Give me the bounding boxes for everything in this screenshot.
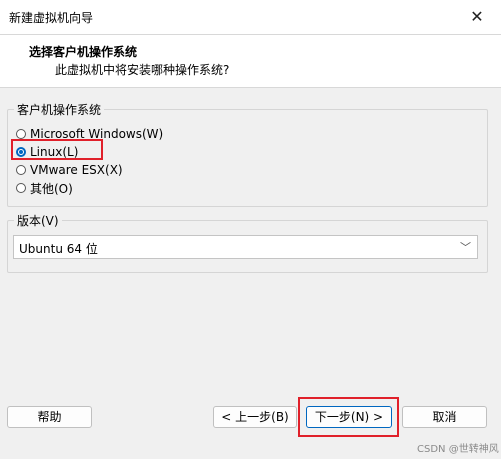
radio-other-indicator[interactable]: [16, 183, 26, 193]
radio-esx[interactable]: VMware ESX(X): [16, 161, 123, 179]
guest-os-legend: 客户机操作系统: [14, 101, 105, 118]
radio-esx-indicator[interactable]: [16, 165, 26, 175]
close-icon[interactable]: ✕: [466, 7, 488, 27]
version-select[interactable]: Ubuntu 64 位 ﹀: [13, 235, 478, 259]
window-title: 新建虚拟机向导: [9, 11, 94, 25]
linux-highlight-box: [11, 139, 103, 160]
version-legend: 版本(V): [14, 212, 62, 229]
radio-other[interactable]: 其他(O): [16, 179, 73, 197]
radio-windows-indicator[interactable]: [16, 129, 26, 139]
help-button[interactable]: 帮助: [7, 406, 92, 428]
watermark-text: CSDN @世转神风: [417, 444, 499, 455]
version-select-value: Ubuntu 64 位: [19, 242, 98, 256]
page-subtitle: 此虚拟机中将安装哪种操作系统?: [55, 63, 230, 77]
cancel-button[interactable]: 取消: [402, 406, 487, 428]
chevron-down-icon[interactable]: ﹀: [460, 239, 471, 255]
page-title: 选择客户机操作系统: [29, 45, 138, 59]
title-bar: 新建虚拟机向导 ✕: [0, 0, 501, 35]
wizard-header: 选择客户机操作系统 此虚拟机中将安装哪种操作系统?: [0, 35, 501, 88]
radio-other-label[interactable]: 其他(O): [30, 180, 73, 197]
radio-esx-label[interactable]: VMware ESX(X): [30, 163, 123, 177]
back-button[interactable]: < 上一步(B): [213, 406, 297, 428]
next-highlight-box: [298, 397, 399, 437]
